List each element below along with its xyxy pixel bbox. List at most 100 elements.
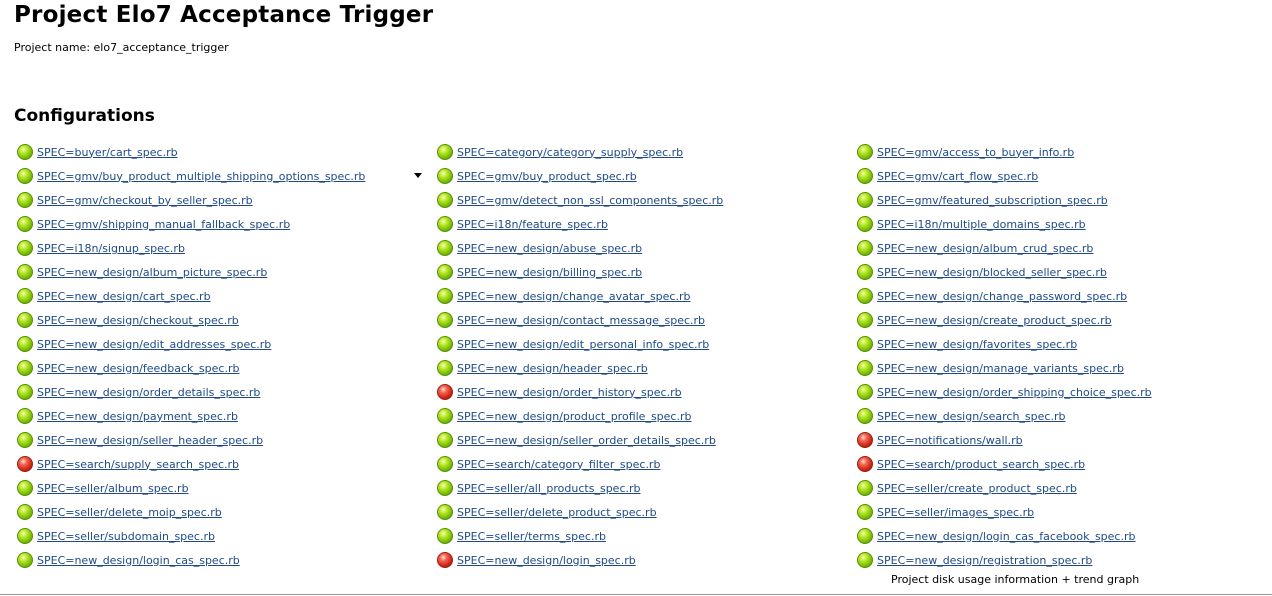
configuration-link[interactable]: SPEC=gmv/access_to_buyer_info.rb [877,146,1074,159]
configuration-item: SPEC=new_design/seller_order_details_spe… [434,428,854,452]
context-menu-arrow-icon[interactable] [414,173,422,178]
configuration-link[interactable]: SPEC=new_design/change_password_spec.rb [877,290,1127,303]
configuration-item: SPEC=new_design/favorites_spec.rb [854,332,1264,356]
configuration-link[interactable]: SPEC=new_design/change_avatar_spec.rb [457,290,690,303]
configuration-link[interactable]: SPEC=gmv/buy_product_spec.rb [457,170,637,183]
build-success-icon [17,192,33,208]
build-success-icon [437,264,453,280]
build-success-icon [17,144,33,160]
configuration-link[interactable]: SPEC=new_design/feedback_spec.rb [37,362,239,375]
configuration-link[interactable]: SPEC=new_design/seller_header_spec.rb [37,434,263,447]
configuration-link[interactable]: SPEC=new_design/payment_spec.rb [37,410,238,423]
configuration-link[interactable]: SPEC=new_design/cart_spec.rb [37,290,211,303]
configuration-link[interactable]: SPEC=new_design/login_spec.rb [457,554,636,567]
configuration-item: SPEC=seller/images_spec.rb [854,500,1264,524]
configuration-item: SPEC=search/category_filter_spec.rb [434,452,854,476]
build-success-icon [437,408,453,424]
configuration-link[interactable]: SPEC=new_design/login_cas_facebook_spec.… [877,530,1135,543]
configuration-link[interactable]: SPEC=new_design/edit_addresses_spec.rb [37,338,271,351]
configuration-link[interactable]: SPEC=search/supply_search_spec.rb [37,458,239,471]
configuration-link[interactable]: SPEC=gmv/featured_subscription_spec.rb [877,194,1108,207]
configuration-link[interactable]: SPEC=new_design/album_crud_spec.rb [877,242,1093,255]
configuration-item: SPEC=new_design/change_avatar_spec.rb [434,284,854,308]
configuration-link[interactable]: SPEC=new_design/order_shipping_choice_sp… [877,386,1152,399]
configuration-link[interactable]: SPEC=seller/delete_moip_spec.rb [37,506,222,519]
configuration-item: SPEC=new_design/cart_spec.rb [14,284,434,308]
configuration-link[interactable]: SPEC=new_design/login_cas_spec.rb [37,554,240,567]
configuration-link[interactable]: SPEC=search/product_search_spec.rb [877,458,1085,471]
configuration-link[interactable]: SPEC=seller/create_product_spec.rb [877,482,1077,495]
configuration-link[interactable]: SPEC=new_design/create_product_spec.rb [877,314,1112,327]
build-success-icon [17,240,33,256]
configuration-link[interactable]: SPEC=new_design/order_details_spec.rb [37,386,260,399]
configuration-item: SPEC=i18n/feature_spec.rb [434,212,854,236]
project-name: Project name: elo7_acceptance_trigger [14,41,229,54]
build-success-icon [17,312,33,328]
configuration-link[interactable]: SPEC=category/category_supply_spec.rb [457,146,683,159]
configuration-link[interactable]: SPEC=new_design/product_profile_spec.rb [457,410,691,423]
configuration-link[interactable]: SPEC=new_design/search_spec.rb [877,410,1065,423]
configuration-link[interactable]: SPEC=new_design/favorites_spec.rb [877,338,1077,351]
configuration-link[interactable]: SPEC=new_design/registration_spec.rb [877,554,1092,567]
configuration-item: SPEC=new_design/change_password_spec.rb [854,284,1264,308]
configuration-link[interactable]: SPEC=buyer/cart_spec.rb [37,146,178,159]
configuration-link[interactable]: SPEC=search/category_filter_spec.rb [457,458,660,471]
configuration-item: SPEC=new_design/login_cas_facebook_spec.… [854,524,1264,548]
configuration-link[interactable]: SPEC=gmv/buy_product_multiple_shipping_o… [37,170,365,183]
configuration-link[interactable]: SPEC=new_design/billing_spec.rb [457,266,642,279]
configuration-link[interactable]: SPEC=i18n/signup_spec.rb [37,242,185,255]
configuration-link[interactable]: SPEC=seller/delete_product_spec.rb [457,506,657,519]
configuration-link[interactable]: SPEC=seller/images_spec.rb [877,506,1034,519]
configuration-link[interactable]: SPEC=gmv/cart_flow_spec.rb [877,170,1038,183]
build-success-icon [857,360,873,376]
build-success-icon [857,240,873,256]
configuration-link[interactable]: SPEC=new_design/contact_message_spec.rb [457,314,705,327]
configuration-item: SPEC=gmv/cart_flow_spec.rb [854,164,1264,188]
configuration-link[interactable]: SPEC=new_design/abuse_spec.rb [457,242,642,255]
configuration-link[interactable]: SPEC=notifications/wall.rb [877,434,1023,447]
configuration-item: SPEC=gmv/access_to_buyer_info.rb [854,140,1264,164]
configuration-item: SPEC=new_design/payment_spec.rb [14,404,434,428]
build-success-icon [17,336,33,352]
build-success-icon [437,288,453,304]
configuration-link[interactable]: SPEC=new_design/manage_variants_spec.rb [877,362,1124,375]
build-success-icon [17,216,33,232]
configuration-item: SPEC=new_design/create_product_spec.rb [854,308,1264,332]
build-success-icon [437,432,453,448]
build-success-icon [857,336,873,352]
configuration-link[interactable]: SPEC=i18n/multiple_domains_spec.rb [877,218,1086,231]
configuration-item: SPEC=new_design/order_history_spec.rb [434,380,854,404]
configuration-item: SPEC=new_design/seller_header_spec.rb [14,428,434,452]
configuration-item: SPEC=new_design/blocked_seller_spec.rb [854,260,1264,284]
configuration-link[interactable]: SPEC=new_design/order_history_spec.rb [457,386,682,399]
configuration-link[interactable]: SPEC=gmv/detect_non_ssl_components_spec.… [457,194,723,207]
configuration-item: SPEC=new_design/order_details_spec.rb [14,380,434,404]
configuration-item: SPEC=new_design/login_cas_spec.rb [14,548,434,572]
build-success-icon [17,504,33,520]
configuration-link[interactable]: SPEC=new_design/album_picture_spec.rb [37,266,267,279]
configuration-link[interactable]: SPEC=seller/terms_spec.rb [457,530,606,543]
configuration-link[interactable]: SPEC=seller/subdomain_spec.rb [37,530,215,543]
configuration-link[interactable]: SPEC=new_design/edit_personal_info_spec.… [457,338,709,351]
page-title: Project Elo7 Acceptance Trigger [14,2,434,28]
configuration-link[interactable]: SPEC=new_design/blocked_seller_spec.rb [877,266,1107,279]
configuration-link[interactable]: SPEC=gmv/shipping_manual_fallback_spec.r… [37,218,290,231]
build-success-icon [437,336,453,352]
build-success-icon [17,168,33,184]
configuration-link[interactable]: SPEC=seller/all_products_spec.rb [457,482,641,495]
configuration-link[interactable]: SPEC=gmv/checkout_by_seller_spec.rb [37,194,253,207]
configuration-link[interactable]: SPEC=new_design/header_spec.rb [457,362,648,375]
build-success-icon [437,216,453,232]
configuration-item: SPEC=gmv/shipping_manual_fallback_spec.r… [14,212,434,236]
build-success-icon [437,360,453,376]
build-success-icon [17,480,33,496]
configuration-link[interactable]: SPEC=seller/album_spec.rb [37,482,189,495]
configuration-item: SPEC=i18n/signup_spec.rb [14,236,434,260]
build-success-icon [17,360,33,376]
build-failed-icon [437,552,453,568]
configuration-link[interactable]: SPEC=new_design/checkout_spec.rb [37,314,239,327]
build-success-icon [857,480,873,496]
configuration-link[interactable]: SPEC=new_design/seller_order_details_spe… [457,434,716,447]
configuration-item: SPEC=new_design/abuse_spec.rb [434,236,854,260]
configuration-link[interactable]: SPEC=i18n/feature_spec.rb [457,218,608,231]
